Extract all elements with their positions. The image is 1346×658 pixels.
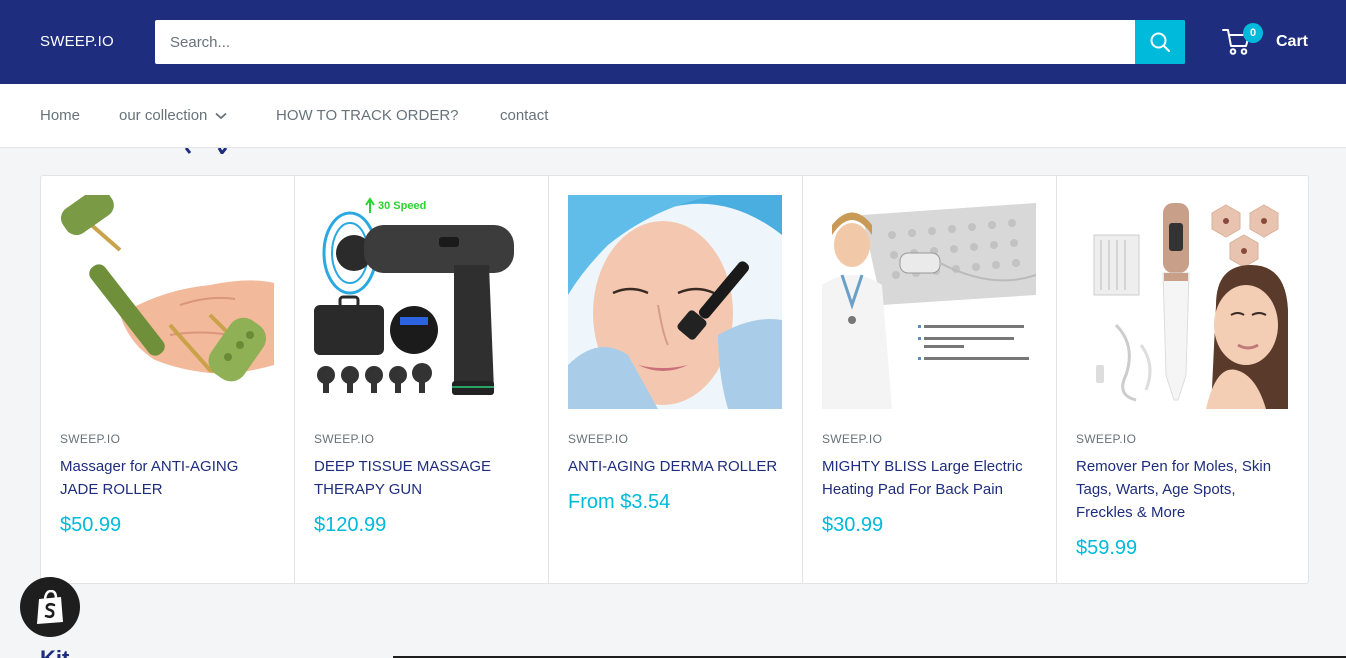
product-vendor: SWEEP.IO: [568, 432, 629, 446]
main-navigation: Home our collection HOW TO TRACK ORDER? …: [0, 84, 1346, 148]
cart-count-badge: 0: [1243, 23, 1263, 43]
product-vendor: SWEEP.IO: [314, 432, 375, 446]
product-card[interactable]: SWEEP.IO MIGHTY BLISS Large Electric Hea…: [803, 176, 1057, 583]
remover-pen-illustration: [1076, 195, 1290, 409]
derma-roller-illustration: [568, 195, 782, 409]
next-section-heading: Kit: [40, 648, 120, 658]
product-grid: SWEEP.IO Massager for ANTI-AGING JADE RO…: [40, 175, 1309, 584]
product-image-heating-pad[interactable]: [822, 195, 1036, 409]
massage-gun-illustration: 30 Speed: [314, 195, 528, 409]
shopify-badge-button[interactable]: [20, 577, 80, 637]
section-heading-fragment: [184, 148, 228, 154]
product-image-jade-roller[interactable]: [60, 195, 274, 409]
store-logo[interactable]: SWEEP.IO: [40, 33, 114, 50]
search-icon: [1150, 32, 1170, 52]
product-card[interactable]: SWEEP.IO Remover Pen for Moles, Skin Tag…: [1057, 176, 1308, 583]
product-title[interactable]: Massager for ANTI-AGING JADE ROLLER: [60, 455, 280, 501]
product-price: $50.99: [60, 514, 122, 536]
heating-pad-illustration: [822, 195, 1036, 409]
product-vendor: SWEEP.IO: [1076, 432, 1137, 446]
product-price: $59.99: [1076, 537, 1138, 559]
nav-item-label: our collection: [119, 107, 208, 124]
nav-item-home[interactable]: Home: [40, 107, 80, 124]
nav-item-track-order[interactable]: HOW TO TRACK ORDER?: [276, 107, 459, 124]
jade-roller-illustration: [60, 195, 274, 409]
product-price: $120.99: [314, 514, 387, 536]
chevron-down-icon: [215, 112, 227, 120]
shopify-bag-icon: [37, 590, 63, 624]
search-form: [155, 20, 1185, 64]
image-caption: 30 Speed: [378, 200, 426, 212]
header-bar: SWEEP.IO 0 Cart: [0, 0, 1346, 84]
product-card[interactable]: SWEEP.IO Massager for ANTI-AGING JADE RO…: [41, 176, 295, 583]
cart-link[interactable]: 0 Cart: [1222, 23, 1317, 58]
product-title[interactable]: MIGHTY BLISS Large Electric Heating Pad …: [822, 455, 1042, 501]
product-price: From $3.54: [568, 491, 671, 513]
nav-item-our-collection[interactable]: our collection: [119, 107, 227, 124]
product-title[interactable]: ANTI-AGING DERMA ROLLER: [568, 455, 788, 478]
product-title[interactable]: Remover Pen for Moles, Skin Tags, Warts,…: [1076, 455, 1296, 524]
product-card[interactable]: SWEEP.IO ANTI-AGING DERMA ROLLER From $3…: [549, 176, 803, 583]
product-image-derma-roller[interactable]: [568, 195, 782, 409]
product-image-massage-gun[interactable]: 30 Speed: [314, 195, 528, 409]
search-input[interactable]: [155, 20, 1135, 64]
product-title[interactable]: DEEP TISSUE MASSAGE THERAPY GUN: [314, 455, 534, 501]
product-image-remover-pen[interactable]: [1076, 195, 1290, 409]
product-vendor: SWEEP.IO: [60, 432, 121, 446]
nav-item-contact[interactable]: contact: [500, 107, 548, 124]
next-section-heading-text: Kit: [40, 648, 120, 658]
product-card[interactable]: 30 Speed SWEEP.IO DEEP TISSUE MASSAGE TH…: [295, 176, 549, 583]
product-vendor: SWEEP.IO: [822, 432, 883, 446]
cart-label: Cart: [1276, 33, 1309, 50]
product-price: $30.99: [822, 514, 884, 536]
search-button[interactable]: [1135, 20, 1185, 64]
